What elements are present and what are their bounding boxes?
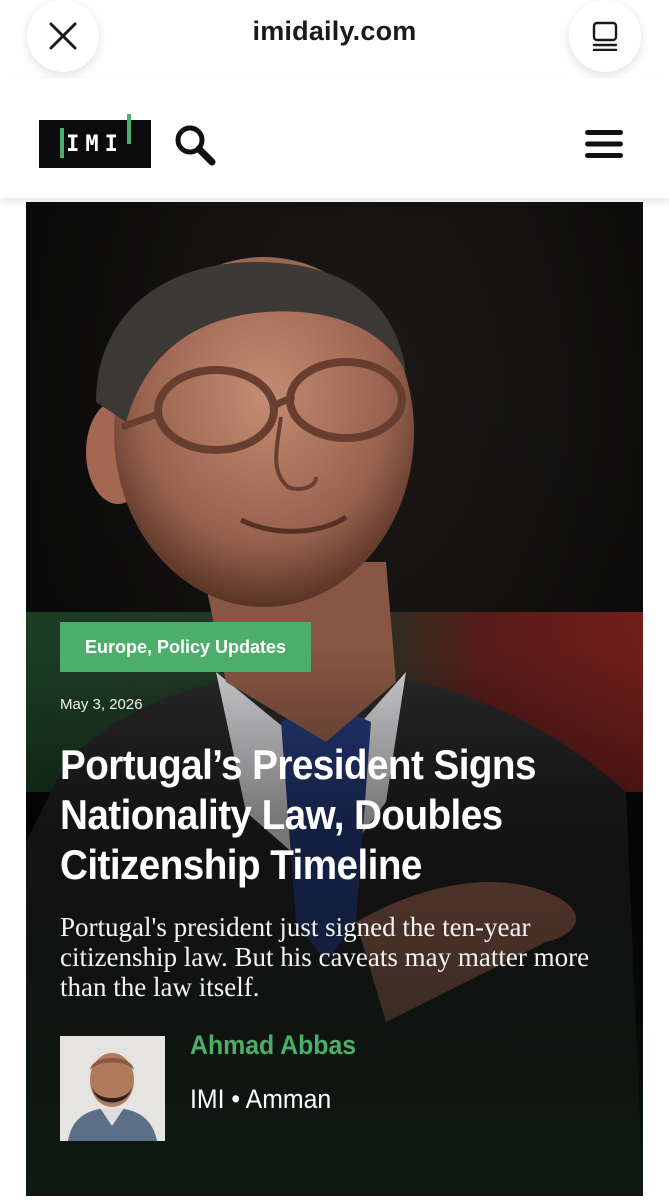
category-tag[interactable]: Europe, Policy Updates (60, 622, 312, 672)
imi-logo[interactable]: IMI (39, 114, 151, 168)
browser-toolbar: imidaily.com (0, 0, 669, 78)
reader-mode-icon (592, 21, 618, 51)
reader-mode-button[interactable] (569, 0, 641, 72)
author-avatar[interactable] (60, 1036, 165, 1141)
article-headline[interactable]: Portugal’s President Signs Nationality L… (60, 740, 575, 890)
author-meta: IMI • Amman (190, 1084, 332, 1114)
logo-accent-bar-right (127, 114, 131, 144)
menu-button[interactable] (583, 128, 625, 160)
author-portrait (60, 1036, 165, 1141)
hamburger-menu-icon (585, 130, 623, 158)
featured-article-card[interactable]: Europe, Policy Updates May 3, 2026 Portu… (26, 202, 643, 1196)
search-button[interactable] (172, 122, 218, 168)
author-name[interactable]: Ahmad Abbas (190, 1030, 356, 1061)
logo-text: IMI (66, 131, 124, 157)
site-header: IMI (0, 78, 669, 198)
article-summary: Portugal's president just signed the ten… (60, 912, 590, 1002)
logo-accent-bar-left (60, 128, 64, 158)
search-icon (175, 125, 216, 166)
article-date: May 3, 2026 (60, 696, 143, 713)
